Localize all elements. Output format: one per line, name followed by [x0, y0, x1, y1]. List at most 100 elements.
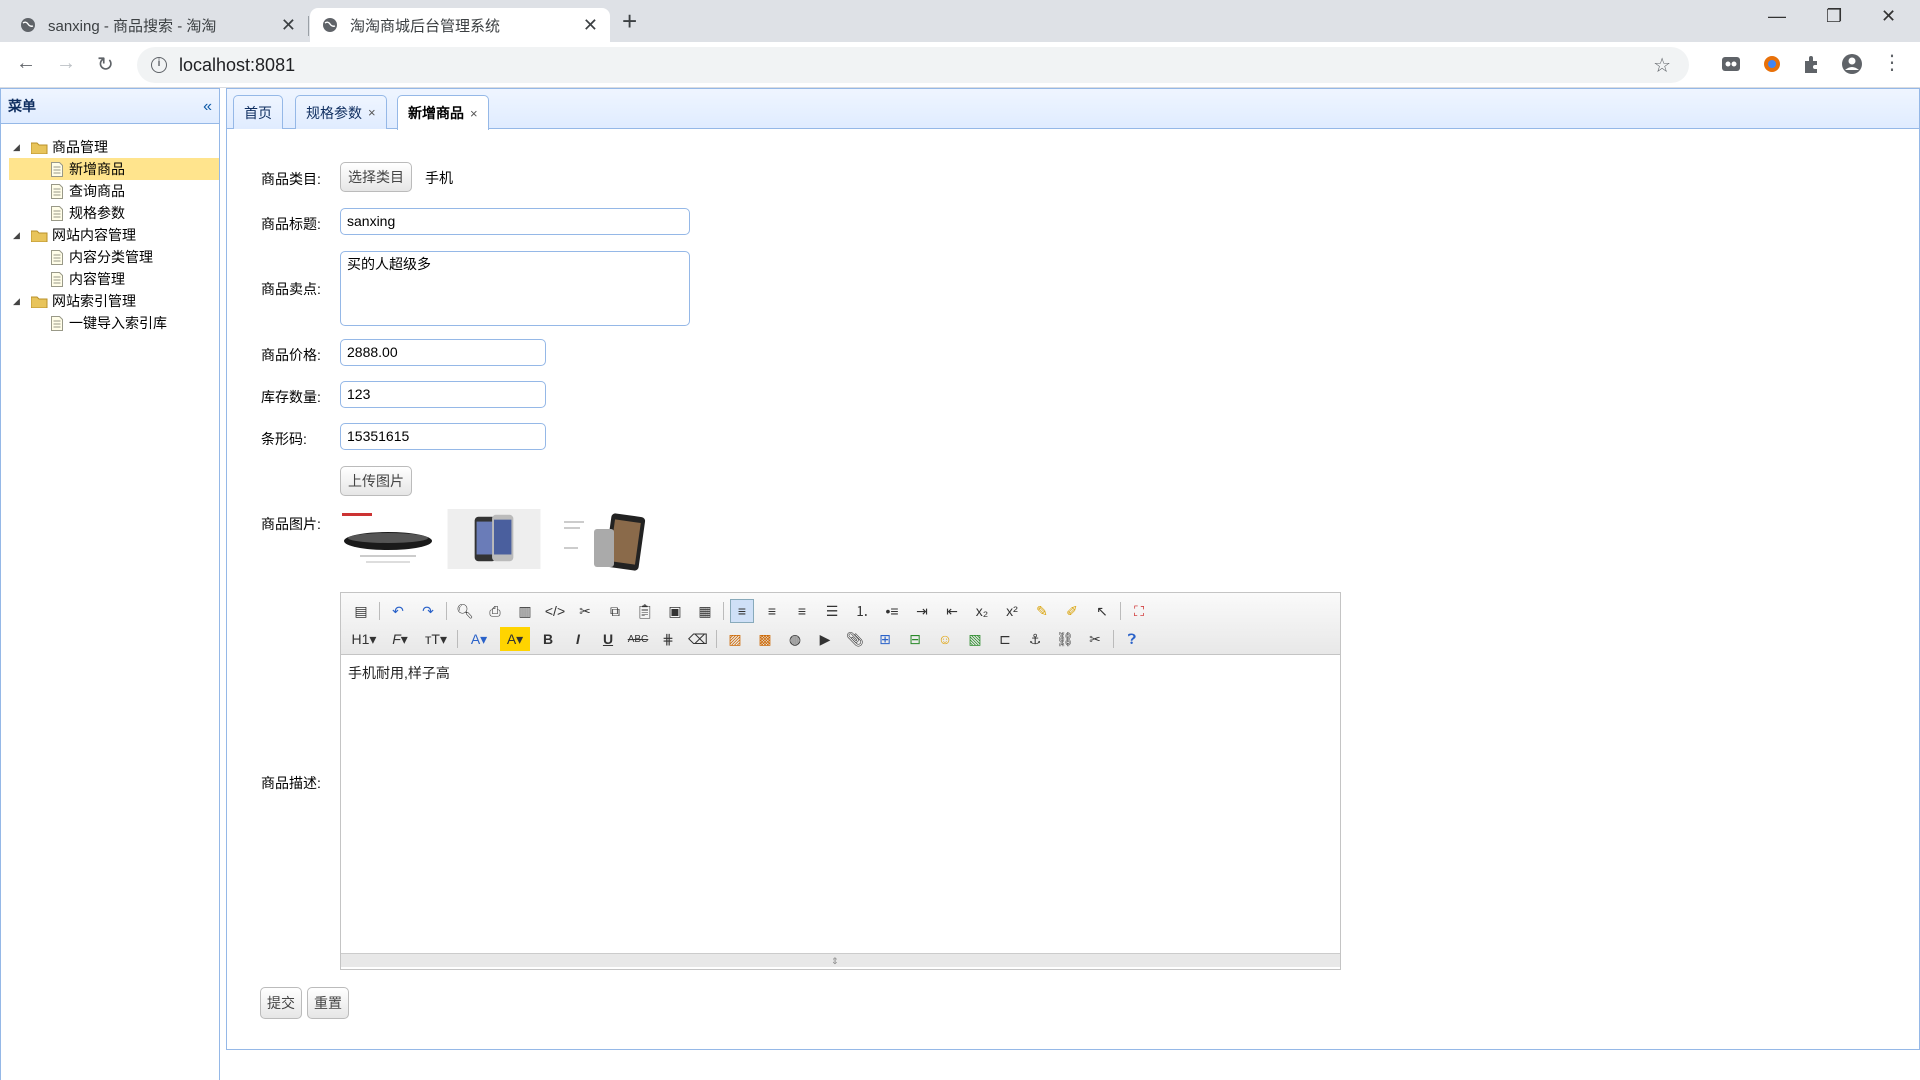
window-close-icon[interactable]: ✕ [1881, 6, 1896, 27]
undo-icon[interactable]: ↶ [386, 599, 410, 623]
new-tab-icon[interactable]: + [622, 8, 637, 34]
page-break-icon[interactable]: ⊏ [993, 627, 1017, 651]
stock-input[interactable]: 123 [340, 381, 546, 408]
tab-spec-params[interactable]: 规格参数 × [295, 95, 387, 129]
restore-icon[interactable]: ❐ [1826, 6, 1842, 27]
subscript-icon[interactable]: x₂ [970, 599, 994, 623]
strikethrough-icon[interactable]: ABC [626, 627, 650, 651]
table-icon[interactable]: ⊞ [873, 627, 897, 651]
align-center-icon[interactable]: ≡ [760, 599, 784, 623]
tree-group-goods[interactable]: ◢ 商品管理 [1, 136, 219, 158]
select-all-icon[interactable]: ✐ [1060, 599, 1084, 623]
browser-tab-admin[interactable]: 淘淘商城后台管理系统 ✕ [310, 8, 610, 42]
outdent-icon[interactable]: ⇤ [940, 599, 964, 623]
emoticon-icon[interactable]: ☺ [933, 627, 957, 651]
font-size-icon[interactable]: тT▾ [421, 627, 451, 651]
product-image-thumbnail[interactable] [554, 511, 650, 571]
tree-item-content-category[interactable]: 内容分类管理 [1, 246, 219, 268]
reset-button[interactable]: 重置 [307, 987, 349, 1019]
clear-format-icon[interactable]: ✎ [1030, 599, 1054, 623]
tree-group-index[interactable]: ◢ 网站索引管理 [1, 290, 219, 312]
site-info-icon[interactable]: i [151, 57, 167, 73]
underline-icon[interactable]: U [596, 627, 620, 651]
redo-icon[interactable]: ↷ [416, 599, 440, 623]
close-tab-icon[interactable]: ✕ [281, 15, 296, 36]
tree-item-add-goods[interactable]: 新增商品 [9, 158, 219, 180]
close-tab-icon[interactable]: × [368, 105, 376, 120]
paste-plain-icon[interactable]: ▣ [663, 599, 687, 623]
back-icon[interactable]: ← [16, 52, 36, 75]
line-height-icon[interactable]: ⋕ [656, 627, 680, 651]
ordered-list-icon[interactable]: ⒈ [850, 599, 874, 623]
indent-icon[interactable]: ⇥ [910, 599, 934, 623]
remove-format-icon[interactable]: ⌫ [686, 627, 710, 651]
extension-colorful-icon[interactable] [1761, 53, 1783, 75]
extension-icon[interactable] [1720, 53, 1742, 75]
puzzle-icon[interactable] [1801, 53, 1823, 75]
collapse-left-icon[interactable]: « [203, 98, 212, 116]
insert-image-icon[interactable]: ▨ [723, 627, 747, 651]
tree-item-spec-params[interactable]: 规格参数 [1, 202, 219, 224]
upload-image-button[interactable]: 上传图片 [340, 466, 412, 496]
address-bar[interactable]: i localhost:8081 ☆ [137, 47, 1689, 83]
print-icon[interactable]: ⎙ [483, 599, 507, 623]
paste-icon[interactable]: 📋︎ [633, 599, 657, 623]
fullscreen-icon[interactable]: ⛶ [1127, 599, 1151, 623]
title-input[interactable]: sanxing [340, 208, 690, 235]
media-icon[interactable]: ▶ [813, 627, 837, 651]
superscript-icon[interactable]: x² [1000, 599, 1024, 623]
product-image-thumbnail[interactable] [340, 511, 436, 571]
link-icon[interactable]: ⛓ [1053, 627, 1077, 651]
menu-dots-icon[interactable]: ⋮ [1882, 50, 1902, 75]
submit-button[interactable]: 提交 [260, 987, 302, 1019]
price-input[interactable]: 2888.00 [340, 339, 546, 366]
cut-icon[interactable]: ✂ [573, 599, 597, 623]
align-left-icon[interactable]: ≡ [730, 599, 754, 623]
sellpoint-textarea[interactable]: 买的人超级多 [340, 251, 690, 326]
baidu-map-icon[interactable]: ▧ [963, 627, 987, 651]
product-image-thumbnail[interactable] [446, 509, 542, 569]
tree-group-content[interactable]: ◢ 网站内容管理 [1, 224, 219, 246]
barcode-input[interactable]: 15351615 [340, 423, 546, 450]
tab-home[interactable]: 首页 [233, 95, 283, 129]
heading-icon[interactable]: H1▾ [349, 627, 379, 651]
forward-icon[interactable]: → [56, 52, 76, 75]
copy-icon[interactable]: ⧉ [603, 599, 627, 623]
tab-add-goods[interactable]: 新增商品 × [397, 95, 489, 130]
bookmark-star-icon[interactable]: ☆ [1653, 53, 1671, 78]
template-icon[interactable]: ▥ [513, 599, 537, 623]
editor-content[interactable]: 手机耐用,样子高 [341, 655, 1340, 953]
resize-grip-icon[interactable]: ⇕ [831, 956, 839, 967]
reload-icon[interactable]: ↻ [97, 52, 114, 77]
code-icon[interactable]: </> [543, 599, 567, 623]
help-icon[interactable]: ❓︎ [1120, 627, 1144, 651]
paste-word-icon[interactable]: ▦ [693, 599, 717, 623]
preview-icon[interactable]: 🔍︎ [453, 599, 477, 623]
align-right-icon[interactable]: ≡ [790, 599, 814, 623]
close-tab-icon[interactable]: ✕ [583, 15, 598, 36]
bold-icon[interactable]: B [536, 627, 560, 651]
unlink-icon[interactable]: ✂ [1083, 627, 1107, 651]
font-family-icon[interactable]: F▾ [385, 627, 415, 651]
expanded-arrow-icon[interactable]: ◢ [13, 142, 23, 153]
close-tab-icon[interactable]: × [470, 106, 478, 121]
tree-item-import-index[interactable]: 一键导入索引库 [1, 312, 219, 334]
align-justify-icon[interactable]: ☰ [820, 599, 844, 623]
expanded-arrow-icon[interactable]: ◢ [13, 230, 23, 241]
italic-icon[interactable]: I [566, 627, 590, 651]
attachment-icon[interactable]: 📎︎ [843, 627, 867, 651]
profile-icon[interactable] [1841, 53, 1863, 75]
minimize-icon[interactable]: — [1768, 6, 1786, 27]
select-category-button[interactable]: 选择类目 [340, 162, 412, 192]
highlight-color-icon[interactable]: A▾ [500, 627, 530, 651]
unordered-list-icon[interactable]: •≡ [880, 599, 904, 623]
tree-item-query-goods[interactable]: 查询商品 [1, 180, 219, 202]
expanded-arrow-icon[interactable]: ◢ [13, 296, 23, 307]
anchor-icon[interactable]: ⚓ [1023, 627, 1047, 651]
quick-format-icon[interactable]: ↖ [1090, 599, 1114, 623]
source-icon[interactable]: ▤ [349, 599, 373, 623]
tree-item-content-manage[interactable]: 内容管理 [1, 268, 219, 290]
font-color-icon[interactable]: A▾ [464, 627, 494, 651]
horizontal-rule-icon[interactable]: ⊟ [903, 627, 927, 651]
flash-icon[interactable]: ◍ [783, 627, 807, 651]
